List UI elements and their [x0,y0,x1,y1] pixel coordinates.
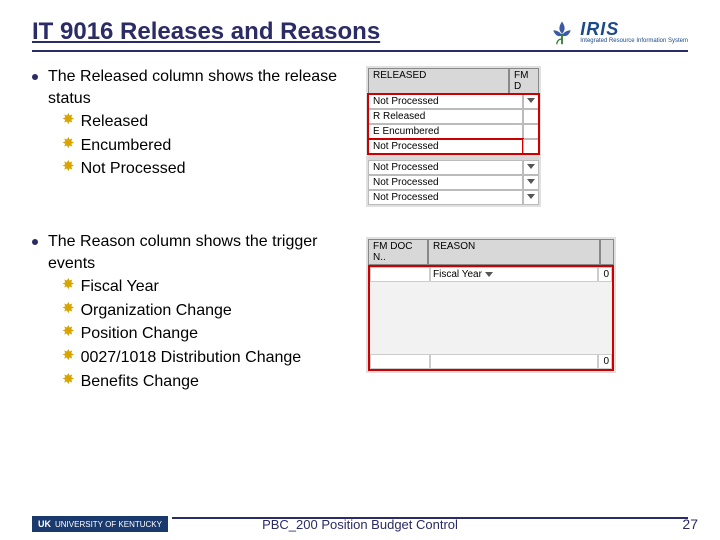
star-icon: ✸ [62,323,75,341]
bullet-1-lead: The Released column shows the release st… [48,66,348,109]
table-cell: Not Processed [368,175,523,190]
sub-item: Organization Change [81,300,232,322]
table-cell: Not Processed [368,190,523,205]
dropdown-icon [523,160,539,175]
col-header-reason: REASON [428,239,600,265]
star-icon: ✸ [62,300,75,318]
dropdown-icon [523,175,539,190]
footer-caption: PBC_200 Position Budget Control [0,517,720,532]
sub-item: Released [81,111,149,133]
star-icon: ✸ [62,111,75,129]
bullet-dot-icon [32,74,38,80]
table-cell: E Encumbered [368,124,523,139]
dropdown-icon [485,272,493,277]
col-header-released: RELEASED [368,68,509,94]
bullet-1: The Released column shows the release st… [32,66,688,207]
released-column-screenshot: RELEASED FM D Not Processed R Released E… [366,66,541,207]
logo-subtext: Integrated Resource Information System [580,38,688,44]
sub-item: Not Processed [81,158,186,180]
side-val: 0 [598,267,612,282]
table-cell: R Released [368,109,523,124]
sub-item: Fiscal Year [81,276,159,298]
dropdown-icon [523,190,539,205]
star-icon: ✸ [62,276,75,294]
star-icon: ✸ [62,347,75,365]
reason-column-screenshot: FM DOC N.. REASON Fiscal Year F Fiscal Y… [366,237,616,373]
side-val: 0 [598,354,612,369]
col-header-fmd: FM D [509,68,539,94]
iris-logo: IRIS Integrated Resource Information Sys… [548,18,688,46]
reason-value: Fiscal Year [433,269,482,280]
col-header-fmdocn: FM DOC N.. [368,239,428,265]
slide-title: IT 9016 Releases and Reasons [32,18,380,46]
dropdown-icon [523,94,539,109]
bullet-dot-icon [32,239,38,245]
star-icon: ✸ [62,135,75,153]
table-cell: Not Processed [368,139,523,154]
table-cell: Not Processed [368,160,523,175]
table-cell: Not Processed [368,94,523,109]
sub-item: Benefits Change [81,371,199,393]
page-number: 27 [682,516,698,532]
iris-flower-icon [548,18,576,46]
star-icon: ✸ [62,371,75,389]
reason-cell: Fiscal Year F Fiscal Year O Organization… [430,267,598,282]
bullet-2: The Reason column shows the trigger even… [32,231,688,392]
sub-item: Position Change [81,323,198,345]
star-icon: ✸ [62,158,75,176]
title-row: IT 9016 Releases and Reasons IRIS Integr… [32,18,688,52]
bullet-2-lead: The Reason column shows the trigger even… [48,231,348,274]
sub-item: 0027/1018 Distribution Change [81,347,302,369]
sub-item: Encumbered [81,135,172,157]
logo-text: IRIS [580,20,688,38]
